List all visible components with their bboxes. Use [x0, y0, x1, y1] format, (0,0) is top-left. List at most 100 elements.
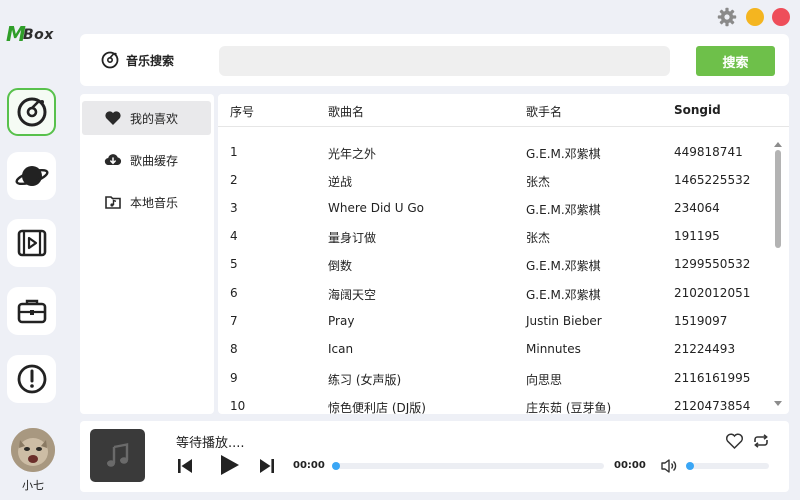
- search-section-title: 音乐搜索: [100, 50, 174, 70]
- cell-artist: 张杰: [526, 175, 551, 189]
- column-header-song[interactable]: 歌曲名: [328, 103, 364, 120]
- search-button[interactable]: 搜索: [696, 46, 775, 76]
- cell-index: 1: [230, 145, 238, 159]
- progress-bar[interactable]: [334, 463, 604, 469]
- cell-artist: G.E.M.邓紫棋: [526, 259, 601, 273]
- cell-artist: G.E.M.邓紫棋: [526, 288, 601, 302]
- side-menu: [80, 94, 214, 414]
- search-section-label: 音乐搜索: [126, 53, 175, 68]
- menu-item-cache[interactable]: 歌曲缓存: [82, 143, 211, 177]
- cloud-download-icon: [104, 154, 122, 166]
- previous-track-icon[interactable]: [176, 457, 194, 475]
- app-logo: M Box: [6, 24, 62, 44]
- table-row[interactable]: 3 Where Did U Go G.E.M.邓紫棋 234064: [218, 193, 773, 221]
- cell-songid: 449818741: [674, 145, 743, 159]
- cell-index: 3: [230, 201, 238, 215]
- cell-index: 10: [230, 399, 246, 413]
- progress-handle[interactable]: [332, 462, 340, 470]
- volume-icon[interactable]: [660, 458, 678, 474]
- menu-item-label: 本地音乐: [130, 195, 179, 210]
- table-header: 序号 歌曲名 歌手名 Songid: [218, 94, 789, 127]
- cell-songid: 234064: [674, 201, 720, 215]
- table-row[interactable]: 9 练习 (女声版) 向思思 2116161995: [218, 363, 773, 391]
- music-disc-icon: [101, 51, 119, 69]
- table-row[interactable]: 2 逆战 张杰 1465225532: [218, 165, 773, 193]
- scroll-down-arrow-icon[interactable]: [773, 400, 783, 408]
- play-icon[interactable]: [217, 453, 241, 477]
- cell-index: 8: [230, 342, 238, 356]
- heart-icon: [105, 111, 121, 125]
- alert-icon: [17, 364, 46, 394]
- settings-button[interactable]: [717, 7, 737, 27]
- avatar-image: [11, 428, 55, 472]
- table-row[interactable]: 6 海阔天空 G.E.M.邓紫棋 2102012051: [218, 278, 773, 306]
- cell-artist: Minnutes: [526, 342, 581, 356]
- column-header-songid[interactable]: Songid: [674, 103, 721, 117]
- cell-songid: 1299550532: [674, 257, 751, 271]
- briefcase-icon: [17, 299, 46, 324]
- total-time: 00:00: [614, 460, 646, 471]
- column-header-artist[interactable]: 歌手名: [526, 103, 562, 120]
- volume-bar[interactable]: [687, 463, 769, 469]
- planet-icon: [15, 166, 48, 186]
- cell-song: 量身订做: [328, 231, 377, 245]
- scroll-up-arrow-icon[interactable]: [773, 140, 783, 148]
- logo-box: Box: [23, 27, 54, 43]
- cell-index: 5: [230, 257, 238, 271]
- next-track-icon[interactable]: [258, 457, 276, 475]
- scrollbar-thumb[interactable]: [775, 150, 781, 248]
- table-row[interactable]: 8 Ican Minnutes 21224493: [218, 334, 773, 362]
- cell-artist: Justin Bieber: [526, 314, 602, 328]
- cell-index: 4: [230, 229, 238, 243]
- rail-video-button[interactable]: [7, 219, 56, 267]
- cell-artist: 向思思: [526, 373, 563, 387]
- table-row[interactable]: 5 倒数 G.E.M.邓紫棋 1299550532: [218, 249, 773, 277]
- cell-songid: 1519097: [674, 314, 728, 328]
- gear-icon: [717, 7, 737, 27]
- table-body: 1 光年之外 G.E.M.邓紫棋 449818741 2 逆战 张杰 14652…: [218, 128, 789, 414]
- user-name: 小七: [22, 479, 44, 492]
- cell-song: 光年之外: [328, 147, 377, 161]
- music-note-icon: [106, 442, 128, 467]
- cell-songid: 21224493: [674, 342, 736, 356]
- album-cover: [90, 429, 145, 482]
- column-header-index[interactable]: 序号: [230, 103, 254, 120]
- cell-song: Ican: [328, 342, 354, 356]
- table-row[interactable]: 7 Pray Justin Bieber 1519097: [218, 306, 773, 334]
- loop-icon[interactable]: [752, 433, 770, 449]
- minimize-button[interactable]: [746, 8, 764, 26]
- table-row[interactable]: 4 量身订做 张杰 191195: [218, 221, 773, 249]
- search-input[interactable]: [219, 46, 670, 76]
- cell-songid: 2102012051: [674, 286, 751, 300]
- cell-artist: G.E.M.邓紫棋: [526, 147, 601, 161]
- cell-index: 9: [230, 371, 238, 385]
- table-row[interactable]: 10 惊色便利店 (DJ版) 庄东茹 (豆芽鱼) 2120473854: [218, 391, 773, 414]
- cell-song: 海阔天空: [328, 288, 377, 302]
- cell-song: 惊色便利店 (DJ版): [328, 401, 426, 414]
- avatar[interactable]: [11, 428, 55, 472]
- rail-about-button[interactable]: [7, 355, 56, 403]
- menu-item-favorites[interactable]: 我的喜欢: [82, 101, 211, 135]
- cell-song: Where Did U Go: [328, 201, 424, 215]
- favorite-heart-icon[interactable]: [725, 432, 744, 450]
- cell-song: 练习 (女声版): [328, 373, 402, 387]
- cell-song: Pray: [328, 314, 355, 328]
- table-row[interactable]: 1 光年之外 G.E.M.邓紫棋 449818741: [218, 137, 773, 165]
- video-icon: [17, 229, 46, 257]
- cell-songid: 191195: [674, 229, 720, 243]
- menu-item-label: 歌曲缓存: [130, 153, 179, 168]
- table-scrollbar[interactable]: [773, 140, 783, 408]
- cell-artist: 张杰: [526, 231, 551, 245]
- rail-toolbox-button[interactable]: [7, 287, 56, 335]
- volume-handle[interactable]: [686, 462, 694, 470]
- cell-song: 倒数: [328, 259, 353, 273]
- cell-artist: 庄东茹 (豆芽鱼): [526, 401, 612, 414]
- close-button[interactable]: [772, 8, 790, 26]
- rail-planet-button[interactable]: [7, 152, 56, 200]
- cell-songid: 2116161995: [674, 371, 751, 385]
- rail-music-button[interactable]: [7, 88, 56, 136]
- song-table: 序号 歌曲名 歌手名 Songid 1 光年之外 G.E.M.邓紫棋 44981…: [218, 94, 789, 414]
- cell-songid: 2120473854: [674, 399, 751, 413]
- menu-item-local-music[interactable]: 本地音乐: [82, 185, 211, 219]
- now-playing-title: 等待播放....: [176, 436, 245, 451]
